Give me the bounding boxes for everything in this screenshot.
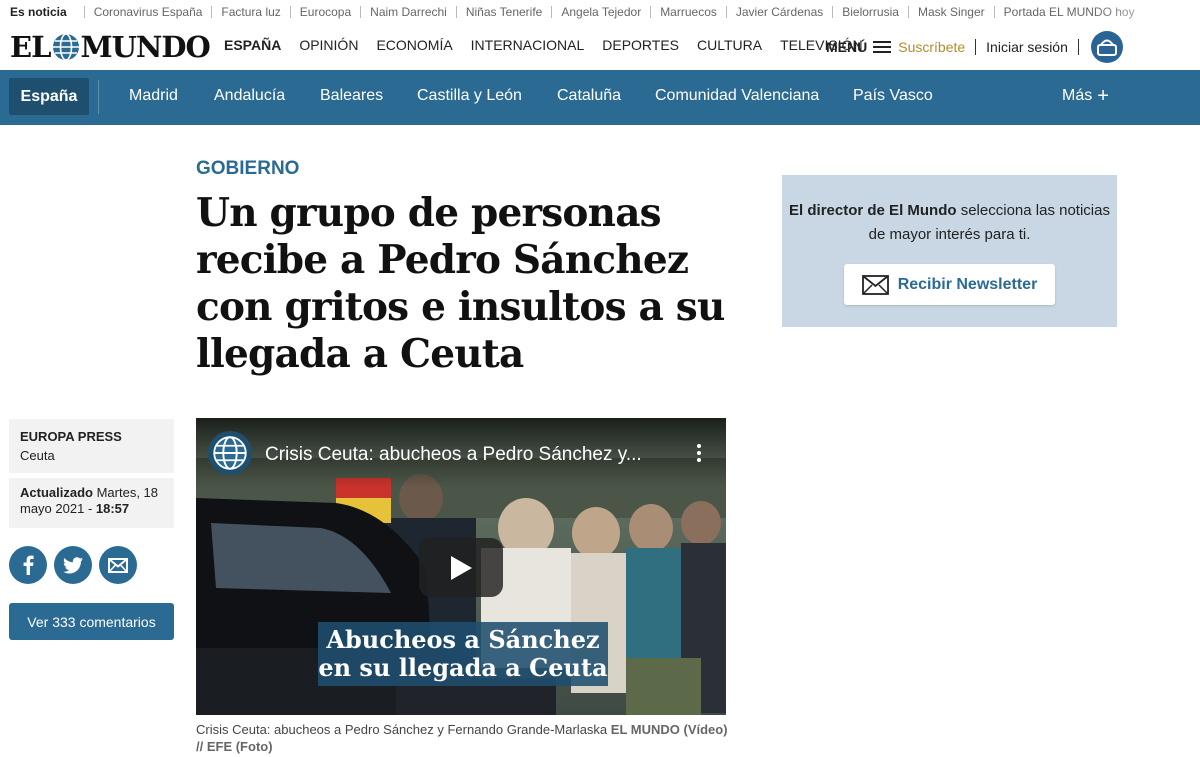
login-link[interactable]: Iniciar sesión <box>986 39 1068 55</box>
section-tab-espana[interactable]: España <box>9 78 89 115</box>
trending-link[interactable]: Marruecos <box>660 5 717 19</box>
email-icon <box>108 557 128 573</box>
byline-box: EUROPA PRESS Ceuta <box>9 419 174 473</box>
subscribe-link[interactable]: Suscríbete <box>898 39 965 55</box>
nav-item-opinion[interactable]: OPINIÓN <box>299 37 358 53</box>
trending-link[interactable]: Naim Darrechi <box>370 5 447 19</box>
divider <box>1077 39 1079 55</box>
more-label: Más <box>1062 87 1093 104</box>
updated-label: Actualizado <box>20 485 93 500</box>
trending-link[interactable]: Eurocopa <box>300 5 351 19</box>
facebook-icon <box>23 555 34 575</box>
updated-box: Actualizado Martes, 18 mayo 2021 - 18:57 <box>9 478 174 528</box>
divider <box>360 6 362 18</box>
section-tab-cataluna[interactable]: Cataluña <box>557 87 621 105</box>
updated-time: 18:57 <box>95 501 130 516</box>
menu-button[interactable]: MENÚ <box>826 39 892 55</box>
article-headline: Un grupo de personas recibe a Pedro Sánc… <box>196 190 725 377</box>
video-player[interactable]: Crisis Ceuta: abucheos a Pedro Sánchez y… <box>196 418 726 715</box>
video-overlay-caption: Abucheos a Sánchez en su llegada a Ceuta <box>318 622 608 686</box>
section-tab-comunidad-valenciana[interactable]: Comunidad Valenciana <box>655 87 819 105</box>
comments-button[interactable]: Ver 333 comentarios <box>9 603 174 640</box>
site-header: EL MUNDO ESPAÑA OPINIÓN ECONOMÍA INTERNA… <box>0 24 1200 70</box>
updated-separator: - <box>84 501 96 516</box>
divider <box>455 6 457 18</box>
divider <box>98 80 99 114</box>
divider <box>551 6 553 18</box>
more-options-icon[interactable] <box>688 441 710 465</box>
site-logo[interactable]: EL MUNDO <box>10 30 211 64</box>
divider <box>211 6 213 18</box>
trending-link[interactable]: Mask Singer <box>918 5 985 19</box>
newsletter-box: El director de El Mundo selecciona las n… <box>782 175 1117 327</box>
divider <box>975 39 977 55</box>
section-nav: España Madrid Andalucía Baleares Castill… <box>0 70 1200 125</box>
nav-item-espana[interactable]: ESPAÑA <box>224 37 281 53</box>
trending-link[interactable]: Angela Tejedor <box>561 5 641 19</box>
nav-item-deportes[interactable]: DEPORTES <box>602 37 679 53</box>
section-tab-castilla-y-leon[interactable]: Castilla y León <box>417 87 522 105</box>
logo-text-left: EL <box>10 30 51 64</box>
share-twitter-button[interactable] <box>54 546 92 584</box>
divider <box>725 6 727 18</box>
section-tab-madrid[interactable]: Madrid <box>129 87 178 105</box>
more-sections-button[interactable]: Más + <box>1062 85 1109 107</box>
nav-item-economia[interactable]: ECONOMÍA <box>376 37 452 53</box>
byline-location: Ceuta <box>20 448 55 463</box>
article-kicker[interactable]: GOBIERNO <box>196 158 299 180</box>
divider <box>993 6 995 18</box>
trending-link[interactable]: Factura luz <box>221 5 280 19</box>
section-tab-pais-vasco[interactable]: País Vasco <box>853 87 933 105</box>
hamburger-icon <box>873 41 892 53</box>
video-caption-text: Crisis Ceuta: abucheos a Pedro Sánchez y… <box>196 722 608 737</box>
newsletter-text-bold: El director de El Mundo <box>789 202 957 219</box>
newsletter-text: El director de El Mundo selecciona las n… <box>782 199 1117 247</box>
divider <box>832 6 834 18</box>
plus-icon: + <box>1097 85 1109 107</box>
nav-item-internacional[interactable]: INTERNACIONAL <box>471 37 585 53</box>
trending-link[interactable]: Javier Cárdenas <box>736 5 823 19</box>
trending-link[interactable]: Niñas Tenerife <box>466 5 543 19</box>
user-account-button[interactable] <box>1090 31 1123 63</box>
trending-link[interactable]: Coronavirus España <box>94 5 203 19</box>
fade-overlay <box>1090 0 1200 24</box>
section-tab-andalucia[interactable]: Andalucía <box>214 87 285 105</box>
share-email-button[interactable] <box>99 546 137 584</box>
header-actions: MENÚ Suscríbete Iniciar sesión <box>826 31 1123 63</box>
globe-icon <box>52 33 80 61</box>
video-title[interactable]: Crisis Ceuta: abucheos a Pedro Sánchez y… <box>265 444 675 466</box>
main-nav: ESPAÑA OPINIÓN ECONOMÍA INTERNACIONAL DE… <box>224 37 881 53</box>
divider <box>289 6 291 18</box>
play-icon <box>451 555 472 580</box>
logo-text-right: MUNDO <box>80 30 211 64</box>
trending-bar: Es noticia Coronavirus España Factura lu… <box>0 0 1200 24</box>
user-icon <box>1096 39 1117 56</box>
trending-link[interactable]: Bielorrusia <box>842 5 899 19</box>
divider <box>907 6 909 18</box>
video-overlay-line2: en su llegada a Ceuta <box>318 653 608 682</box>
play-button[interactable] <box>419 538 503 597</box>
envelope-icon <box>861 274 889 295</box>
nav-item-cultura[interactable]: CULTURA <box>697 37 762 53</box>
share-facebook-button[interactable] <box>9 546 47 584</box>
twitter-icon <box>63 556 83 573</box>
byline-agency: EUROPA PRESS <box>20 429 122 444</box>
channel-logo-icon[interactable] <box>208 431 252 475</box>
section-tab-baleares[interactable]: Baleares <box>320 87 383 105</box>
video-caption: Crisis Ceuta: abucheos a Pedro Sánchez y… <box>196 721 736 755</box>
newsletter-button-label: Recibir Newsletter <box>897 275 1038 293</box>
menu-label: MENÚ <box>826 39 868 55</box>
trending-lead: Es noticia <box>10 5 67 19</box>
newsletter-button[interactable]: Recibir Newsletter <box>844 264 1055 305</box>
divider <box>83 6 85 18</box>
divider <box>650 6 652 18</box>
video-overlay-line1: Abucheos a Sánchez <box>326 625 600 654</box>
